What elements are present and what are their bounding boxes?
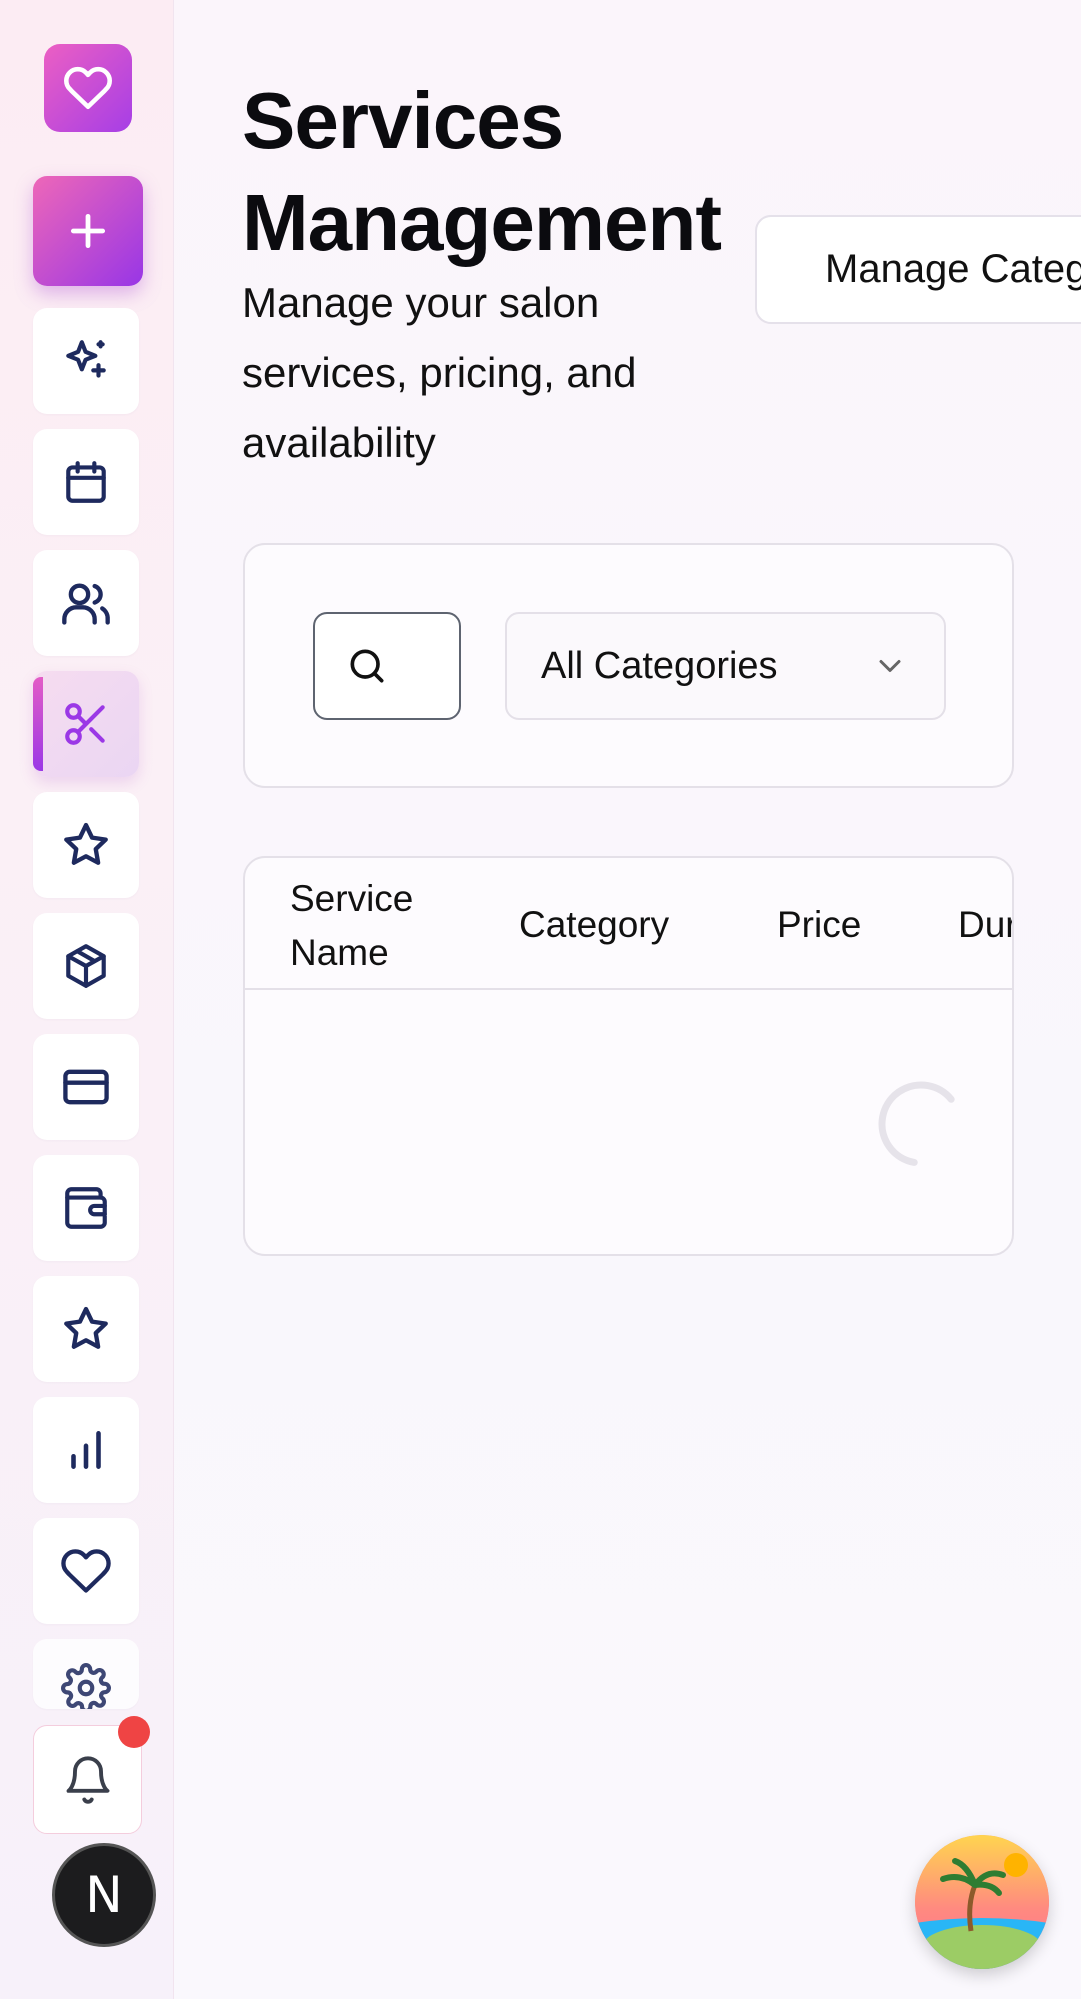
- wallet-icon: [65, 1187, 107, 1229]
- manage-categories-button[interactable]: Manage Categories: [755, 215, 1081, 324]
- users-icon: [62, 583, 110, 625]
- package-icon: [66, 944, 106, 988]
- page-subtitle: Manage your salon services, pricing, and…: [242, 279, 637, 466]
- column-header-service-name[interactable]: Service Name: [290, 872, 440, 980]
- sidebar-item-analytics[interactable]: [33, 1397, 139, 1503]
- star-icon: [64, 1306, 108, 1349]
- user-avatar[interactable]: N: [52, 1843, 156, 1947]
- bar-chart-icon: [71, 1431, 101, 1469]
- sidebar-item-inventory[interactable]: [33, 913, 139, 1019]
- column-header-category[interactable]: Category: [519, 898, 669, 952]
- app-root: N Services Management Manage your salon …: [0, 0, 1081, 1999]
- sidebar-item-services[interactable]: [33, 671, 139, 777]
- island-badge-icon[interactable]: [915, 1835, 1049, 1969]
- user-initial: N: [85, 1866, 123, 1924]
- sidebar: N: [0, 0, 174, 1999]
- column-header-price[interactable]: Price: [777, 898, 861, 952]
- sparkles-icon: [66, 340, 106, 378]
- sidebar-item-favorites[interactable]: [33, 1276, 139, 1382]
- category-select[interactable]: All Categories: [505, 612, 946, 720]
- sidebar-item-settings[interactable]: [33, 1639, 139, 1709]
- plus-icon: [70, 213, 106, 249]
- sidebar-item-reviews[interactable]: [33, 792, 139, 898]
- chevron-down-icon: [879, 660, 901, 672]
- category-select-value: All Categories: [541, 644, 778, 687]
- credit-card-icon: [63, 1069, 109, 1105]
- gear-icon: [61, 1663, 111, 1709]
- loading-spinner-icon: [878, 1081, 964, 1167]
- filter-card: All Categories: [243, 543, 1014, 788]
- page-title: Services Management: [242, 76, 722, 267]
- bell-icon: [66, 1755, 109, 1804]
- search-input[interactable]: [313, 612, 461, 720]
- column-header-duration[interactable]: Duration: [958, 898, 1012, 952]
- manage-categories-label: Manage Categories: [825, 247, 1081, 291]
- table-header: Service Name Category Price Duration: [245, 858, 1012, 990]
- calendar-icon: [66, 461, 106, 503]
- sidebar-item-loyalty[interactable]: [33, 1518, 139, 1624]
- heart-icon: [61, 1549, 111, 1593]
- heart-icon: [64, 66, 112, 110]
- sidebar-item-ai[interactable]: [33, 308, 139, 414]
- palm-island-icon: [915, 1835, 1049, 1969]
- sidebar-item-clients[interactable]: [33, 550, 139, 656]
- add-button[interactable]: [33, 176, 143, 286]
- active-indicator: [33, 677, 43, 771]
- app-logo[interactable]: [44, 44, 132, 132]
- scissors-icon: [65, 703, 105, 745]
- services-table: Service Name Category Price Duration: [243, 856, 1014, 1256]
- search-icon: [350, 649, 384, 683]
- sidebar-item-wallet[interactable]: [33, 1155, 139, 1261]
- star-icon: [64, 822, 108, 865]
- notification-badge: [118, 1716, 150, 1748]
- sidebar-item-calendar[interactable]: [33, 429, 139, 535]
- sidebar-item-payments[interactable]: [33, 1034, 139, 1140]
